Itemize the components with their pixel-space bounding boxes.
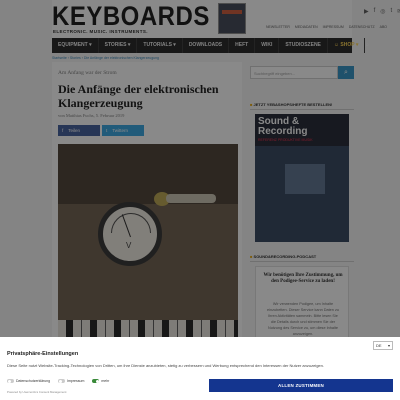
powered-by: Powered by Usercentrics Consent Manageme…	[7, 390, 67, 394]
toggle-label: Impressum	[67, 379, 85, 383]
toggle-impressum[interactable]: Impressum	[58, 379, 84, 383]
toggle-mehr[interactable]: mehr	[92, 379, 109, 383]
language-value: DE	[376, 343, 382, 348]
consent-description: Diese Seite nutzt Website-Tracking-Techn…	[7, 363, 324, 368]
accept-all-button[interactable]: ALLEN ZUSTIMMEN	[209, 379, 393, 392]
toggle-switch[interactable]	[92, 379, 100, 383]
language-select[interactable]: DE ▾	[373, 341, 393, 350]
toggle-label: mehr	[101, 379, 110, 383]
consent-banner: Privatsphäre-Einstellungen DE ▾ Diese Se…	[0, 337, 400, 400]
toggle-switch[interactable]	[58, 379, 66, 383]
toggle-label: Datenschutzerklärung	[16, 379, 51, 383]
toggle-datenschutz[interactable]: Datenschutzerklärung	[7, 379, 50, 383]
chevron-down-icon: ▾	[387, 343, 390, 348]
consent-toggles: Datenschutzerklärung Impressum mehr	[7, 379, 109, 383]
toggle-switch[interactable]	[7, 379, 14, 383]
consent-title: Privatsphäre-Einstellungen	[7, 351, 79, 357]
